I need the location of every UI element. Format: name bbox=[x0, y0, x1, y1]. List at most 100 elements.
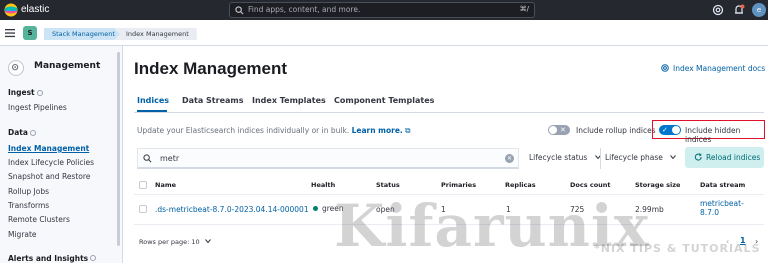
refresh-icon bbox=[694, 153, 702, 161]
sidebar-item-transforms[interactable]: Transforms bbox=[8, 201, 49, 210]
menu-icon[interactable] bbox=[5, 28, 15, 38]
col-status[interactable]: Status bbox=[376, 181, 400, 189]
sidebar-item-snapshot-and-restore[interactable]: Snapshot and Restore bbox=[8, 172, 90, 181]
sidebar-item-migrate[interactable]: Migrate bbox=[8, 230, 37, 239]
lifecycle-status-label: Lifecycle status bbox=[529, 153, 588, 162]
sidebar-item-index-management[interactable]: Index Management bbox=[8, 144, 89, 153]
page-title: Index Management bbox=[134, 59, 288, 78]
index-name-link[interactable]: .ds-metricbeat-8.7.0-2023.04.14-000001 bbox=[155, 205, 309, 214]
search-icon bbox=[235, 6, 244, 15]
col-replicas[interactable]: Replicas bbox=[505, 181, 536, 189]
storage-size-cell: 2.99mb bbox=[635, 205, 664, 214]
table-row-divider bbox=[134, 224, 764, 225]
breadcrumb-stack-management[interactable]: Stack Management bbox=[44, 28, 127, 40]
health-value: green bbox=[322, 204, 344, 213]
pagination-prev-icon[interactable]: ‹ bbox=[726, 237, 729, 246]
toggle-knob bbox=[549, 126, 557, 134]
info-icon bbox=[90, 255, 97, 261]
info-icon bbox=[36, 90, 43, 96]
sidebar-item-index-lifecycle-policies[interactable]: Index Lifecycle Policies bbox=[8, 158, 94, 167]
management-gear-icon bbox=[8, 60, 24, 76]
sidebar-item-ingest-pipelines[interactable]: Ingest Pipelines bbox=[8, 103, 67, 112]
sidebar-section-data: Data bbox=[8, 128, 36, 137]
sidebar-item-remote-clusters[interactable]: Remote Clusters bbox=[8, 215, 70, 224]
search-shortcut: ⌘/ bbox=[519, 5, 529, 13]
main-content: Index Management Index Management docs I… bbox=[124, 46, 768, 263]
cross-icon: ✕ bbox=[560, 126, 566, 134]
space-badge[interactable]: S bbox=[23, 26, 37, 40]
col-health[interactable]: Health bbox=[311, 181, 335, 189]
primaries-cell: 1 bbox=[441, 205, 446, 214]
search-value: metr bbox=[160, 154, 180, 163]
help-icon[interactable] bbox=[712, 4, 724, 16]
brand-name[interactable]: elastic bbox=[21, 3, 49, 17]
tab-index-templates[interactable]: Index Templates bbox=[252, 96, 326, 105]
sidebar-section-ingest: Ingest bbox=[8, 88, 43, 97]
watermark-logo-text: Kifarunix bbox=[334, 192, 650, 260]
pagination-next-icon[interactable]: › bbox=[755, 237, 758, 246]
docs-count-cell: 725 bbox=[570, 205, 585, 214]
user-avatar[interactable]: e bbox=[752, 3, 766, 17]
docs-link-label: Index Management docs bbox=[673, 64, 766, 73]
description-text: Update your Elasticsearch indices indivi… bbox=[137, 126, 350, 135]
health-cell: green bbox=[313, 204, 344, 213]
sidebar-item-rollup-jobs[interactable]: Rollup Jobs bbox=[8, 187, 49, 196]
tabs-divider bbox=[134, 112, 764, 113]
reload-indices-label: Reload indices bbox=[706, 153, 761, 162]
row-checkbox[interactable] bbox=[139, 205, 147, 213]
watermark-tagline: *NIX TIPS & TUTORIALS bbox=[594, 242, 761, 255]
page-description: Update your Elasticsearch indices indivi… bbox=[137, 126, 411, 136]
pagination-page-1[interactable]: 1 bbox=[740, 236, 746, 245]
data-stream-line2: 8.7.0 bbox=[700, 208, 720, 217]
chevron-down-icon bbox=[670, 155, 677, 160]
status-cell: open bbox=[376, 205, 395, 214]
tab-indices[interactable]: Indices bbox=[137, 96, 169, 105]
breadcrumb-index-management: Index Management bbox=[114, 28, 197, 40]
col-name[interactable]: Name bbox=[155, 181, 176, 189]
data-stream-line1: metricbeat- bbox=[700, 199, 744, 208]
reload-indices-button[interactable]: Reload indices bbox=[685, 147, 764, 168]
lifecycle-status-filter[interactable]: Lifecycle status bbox=[529, 153, 601, 162]
health-status-dot bbox=[313, 205, 318, 211]
select-all-checkbox[interactable] bbox=[139, 181, 147, 189]
filter-divider bbox=[600, 148, 601, 169]
include-rollup-label[interactable]: Include rollup indices bbox=[576, 126, 656, 135]
global-search-input[interactable]: Find apps, content, and more. ⌘/ bbox=[229, 2, 535, 18]
include-hidden-label[interactable]: Include hidden indices bbox=[685, 126, 768, 144]
learn-more-link[interactable]: Learn more. bbox=[352, 126, 403, 135]
sidebar: Management Ingest Ingest Pipelines Data … bbox=[0, 46, 123, 263]
elastic-logo-icon[interactable] bbox=[4, 3, 18, 17]
sidebar-scrollbar[interactable] bbox=[117, 52, 120, 246]
tab-component-templates[interactable]: Component Templates bbox=[334, 96, 434, 105]
col-storage-size[interactable]: Storage size bbox=[635, 181, 680, 189]
include-hidden-toggle[interactable]: ✓ bbox=[659, 125, 681, 135]
top-header: elastic Find apps, content, and more. ⌘/… bbox=[0, 0, 768, 20]
newsfeed-icon[interactable] bbox=[733, 4, 745, 16]
chevron-down-icon bbox=[204, 239, 211, 244]
lifecycle-phase-label: Lifecycle phase bbox=[605, 153, 663, 162]
col-primaries[interactable]: Primaries bbox=[441, 181, 476, 189]
toggle-knob bbox=[672, 126, 680, 134]
check-icon: ✓ bbox=[662, 126, 668, 134]
external-link-icon: ⧉ bbox=[405, 126, 411, 135]
clear-search-icon[interactable]: ✕ bbox=[505, 154, 514, 163]
rows-per-page-selector[interactable]: Rows per page: 10 bbox=[139, 238, 211, 246]
index-search-input[interactable]: metr ✕ bbox=[137, 148, 519, 169]
info-icon bbox=[29, 130, 36, 136]
search-icon bbox=[143, 154, 152, 163]
sidebar-title: Management bbox=[34, 61, 101, 71]
rows-per-page-label: Rows per page: 10 bbox=[139, 238, 200, 246]
sidebar-section-alerts: Alerts and Insights bbox=[8, 254, 97, 263]
data-stream-link[interactable]: metricbeat- 8.7.0 bbox=[700, 199, 744, 217]
col-data-stream[interactable]: Data stream bbox=[700, 181, 745, 189]
replicas-cell: 1 bbox=[506, 205, 511, 214]
docs-icon bbox=[661, 64, 669, 72]
lifecycle-phase-filter[interactable]: Lifecycle phase bbox=[605, 153, 677, 162]
search-placeholder: Find apps, content, and more. bbox=[248, 5, 361, 14]
include-rollup-toggle[interactable]: ✕ bbox=[548, 125, 570, 135]
col-docs-count[interactable]: Docs count bbox=[570, 181, 611, 189]
table-header-divider bbox=[134, 194, 764, 195]
breadcrumb-bar: S Stack Management Index Management bbox=[0, 20, 768, 46]
docs-link[interactable]: Index Management docs bbox=[661, 64, 765, 73]
tab-data-streams[interactable]: Data Streams bbox=[182, 96, 244, 105]
